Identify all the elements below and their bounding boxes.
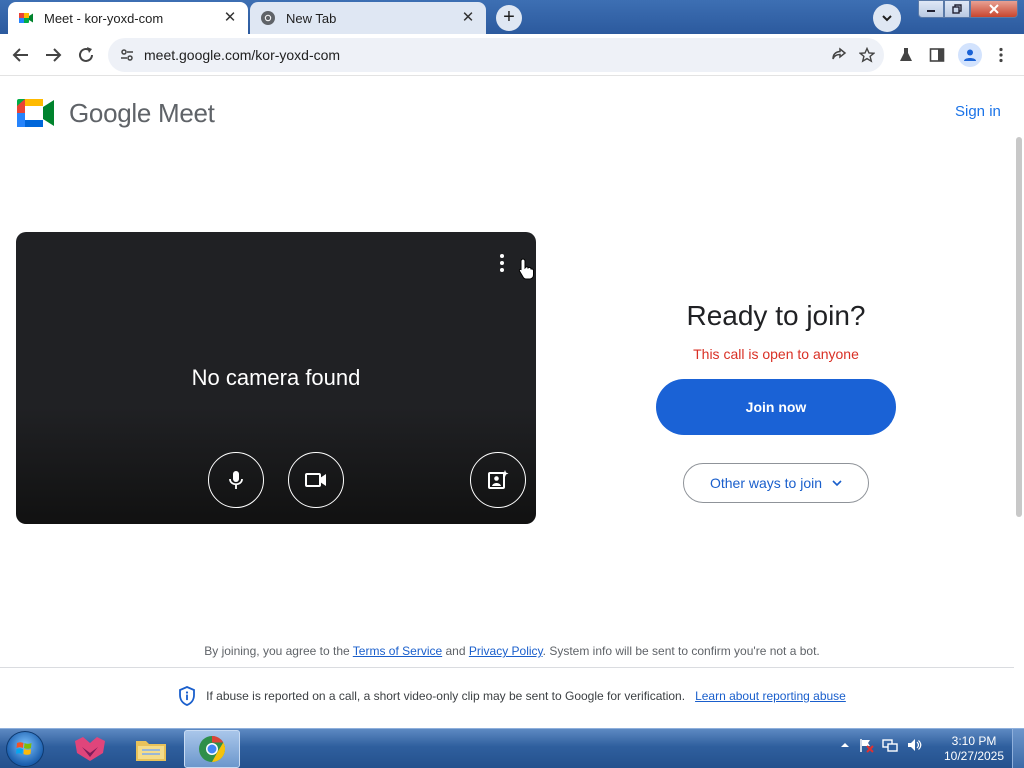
microphone-toggle-button[interactable] xyxy=(208,452,264,508)
chrome-icon xyxy=(260,10,276,26)
show-desktop-button[interactable] xyxy=(1012,729,1024,768)
sign-in-link[interactable]: Sign in xyxy=(955,103,1001,120)
terms-notice: By joining, you agree to the Terms of Se… xyxy=(0,644,1024,658)
call-status-text: This call is open to anyone xyxy=(693,346,859,362)
windows-logo-icon xyxy=(16,742,32,755)
tab-strip: Meet - kor-yoxd-com ✕ New Tab ✕ + xyxy=(0,0,1024,34)
microphone-icon xyxy=(229,471,243,489)
back-button[interactable] xyxy=(8,42,34,68)
restore-icon xyxy=(952,4,962,14)
google-meet-logo[interactable]: Google Meet xyxy=(17,97,215,129)
tab-new-tab[interactable]: New Tab ✕ xyxy=(250,2,486,34)
abuse-notice: If abuse is reported on a call, a short … xyxy=(0,686,1024,706)
minimize-icon xyxy=(927,10,935,12)
tab-meet[interactable]: Meet - kor-yoxd-com ✕ xyxy=(8,2,248,34)
arrow-left-icon xyxy=(12,48,28,62)
learn-about-reporting-abuse-link[interactable]: Learn about reporting abuse xyxy=(695,689,846,703)
google-meet-icon xyxy=(18,10,34,26)
no-camera-message: No camera found xyxy=(191,365,361,390)
page-scrollbar[interactable] xyxy=(1014,77,1024,728)
close-icon xyxy=(989,4,999,14)
taskbar-chrome[interactable] xyxy=(184,730,240,768)
terms-prefix: By joining, you agree to the xyxy=(204,644,353,658)
share-icon xyxy=(832,47,847,60)
terms-and: and xyxy=(442,644,469,658)
action-center-flag-icon[interactable] xyxy=(858,737,874,753)
chevron-down-icon xyxy=(882,15,892,22)
taskbar-file-explorer[interactable] xyxy=(123,730,179,768)
site-info-icon[interactable] xyxy=(120,48,134,62)
omnibox-actions xyxy=(828,44,878,66)
show-hidden-icons-icon[interactable] xyxy=(840,740,850,750)
browser-toolbar: meet.google.com/kor-yoxd-com xyxy=(0,34,1024,76)
app-fox-icon xyxy=(75,737,105,761)
camera-toggle-button[interactable] xyxy=(288,452,344,508)
footer-divider xyxy=(0,667,1014,668)
taskbar-app-1[interactable] xyxy=(62,730,118,768)
tab-search-button[interactable] xyxy=(873,4,901,32)
ready-to-join-heading: Ready to join? xyxy=(686,300,866,331)
join-now-button[interactable]: Join now xyxy=(656,379,896,435)
brand-name: Google Meet xyxy=(69,97,215,128)
terms-of-service-link[interactable]: Terms of Service xyxy=(353,644,442,658)
clock-date: 10/27/2025 xyxy=(943,749,1005,763)
taskbar-clock[interactable]: 3:10 PM 10/27/2025 xyxy=(938,734,1010,764)
url-text[interactable]: meet.google.com/kor-yoxd-com xyxy=(144,47,340,63)
system-tray xyxy=(840,737,922,753)
mouse-cursor-icon xyxy=(518,258,534,280)
bookmark-button[interactable] xyxy=(856,44,878,66)
window-controls xyxy=(918,0,1022,20)
close-tab-icon[interactable]: ✕ xyxy=(222,10,238,26)
clock-time: 3:10 PM xyxy=(951,734,997,748)
effects-icon xyxy=(488,470,509,489)
minimize-button[interactable] xyxy=(918,0,944,18)
person-icon xyxy=(964,49,976,61)
start-button[interactable] xyxy=(6,731,44,767)
chrome-icon xyxy=(199,735,226,763)
network-icon[interactable] xyxy=(882,737,898,753)
restore-button[interactable] xyxy=(944,0,970,18)
new-tab-button[interactable]: + xyxy=(496,5,522,31)
reload-icon xyxy=(79,47,93,62)
other-ways-to-join-button[interactable]: Other ways to join xyxy=(683,463,869,503)
browser-menu-button[interactable] xyxy=(991,44,1011,66)
chevron-down-icon xyxy=(832,480,842,487)
tab-title: New Tab xyxy=(286,10,337,26)
scrollbar-thumb[interactable] xyxy=(1016,137,1022,517)
videocam-icon xyxy=(305,473,326,487)
tab-title: Meet - kor-yoxd-com xyxy=(44,10,164,26)
arrow-right-icon xyxy=(46,48,62,62)
dot xyxy=(500,254,504,258)
dot xyxy=(500,261,504,265)
close-tab-icon[interactable]: ✕ xyxy=(460,10,476,26)
more-options-button[interactable] xyxy=(494,254,510,278)
video-preview: No camera found xyxy=(16,232,536,524)
windows-taskbar: 3:10 PM 10/27/2025 xyxy=(0,728,1024,768)
close-window-button[interactable] xyxy=(970,0,1018,18)
side-panel-icon xyxy=(929,48,945,62)
other-ways-label: Other ways to join xyxy=(709,475,823,491)
address-bar[interactable]: meet.google.com/kor-yoxd-com xyxy=(108,38,884,72)
share-button[interactable] xyxy=(828,44,850,66)
extensions-button[interactable] xyxy=(895,44,917,66)
forward-button[interactable] xyxy=(40,42,66,68)
labs-flask-icon xyxy=(900,48,912,61)
more-vert-icon xyxy=(999,47,1003,63)
profile-button[interactable] xyxy=(958,43,982,67)
volume-icon[interactable] xyxy=(906,737,922,753)
star-icon xyxy=(859,47,875,63)
folder-icon xyxy=(136,741,166,761)
dot xyxy=(500,268,504,272)
terms-suffix: . System info will be sent to confirm yo… xyxy=(542,644,820,658)
visual-effects-button[interactable] xyxy=(470,452,526,508)
privacy-policy-link[interactable]: Privacy Policy xyxy=(469,644,543,658)
side-panel-button[interactable] xyxy=(926,44,948,66)
abuse-text: If abuse is reported on a call, a short … xyxy=(206,689,686,703)
shield-info-icon xyxy=(179,686,196,706)
reload-button[interactable] xyxy=(73,42,99,68)
google-meet-icon xyxy=(17,99,54,127)
